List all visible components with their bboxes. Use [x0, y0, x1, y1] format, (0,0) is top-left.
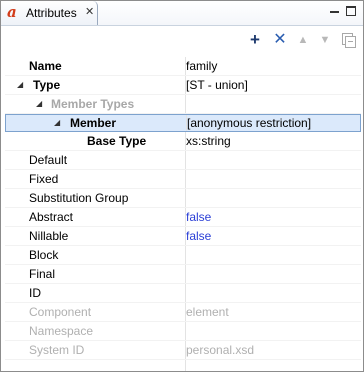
- table-row[interactable]: ID: [5, 284, 361, 303]
- row-value[interactable]: [186, 170, 356, 188]
- table-row: System ID personal.xsd: [5, 341, 361, 360]
- row-name: ID: [29, 286, 41, 300]
- add-icon[interactable]: +: [247, 31, 263, 48]
- row-value[interactable]: [anonymous restriction]: [187, 115, 357, 131]
- row-value[interactable]: family: [186, 57, 356, 75]
- table-row[interactable]: Substitution Group: [5, 189, 361, 208]
- row-name: Nillable: [29, 229, 69, 243]
- attributes-view: a Attributes ✕ + ✕ ▲ ▼ Name family ◢ Typ…: [0, 0, 364, 372]
- row-value[interactable]: [186, 95, 356, 113]
- table-row: Component element: [5, 303, 361, 322]
- row-value[interactable]: false: [186, 227, 356, 245]
- table-row[interactable]: Block: [5, 246, 361, 265]
- app-icon: a: [7, 3, 17, 21]
- row-name: Type: [33, 78, 61, 92]
- collapse-all-icon[interactable]: [340, 32, 356, 48]
- row-value: [186, 322, 356, 340]
- table-row[interactable]: Default: [5, 151, 361, 170]
- remove-icon[interactable]: ✕: [272, 32, 288, 48]
- table-row[interactable]: Final: [5, 265, 361, 284]
- row-name: Abstract: [29, 210, 74, 224]
- move-up-icon[interactable]: ▲: [295, 32, 311, 48]
- properties-table: Name family ◢ Type [ST - union] ◢ Member…: [5, 57, 361, 371]
- row-name: Name: [29, 59, 62, 73]
- table-row: [5, 360, 361, 371]
- row-value: [186, 360, 356, 371]
- row-value[interactable]: false: [186, 208, 356, 226]
- minimize-icon[interactable]: [330, 5, 340, 15]
- close-icon[interactable]: ✕: [85, 5, 94, 18]
- row-name: System ID: [29, 343, 85, 357]
- table-row[interactable]: Name family: [5, 57, 361, 76]
- row-name: [5, 360, 181, 371]
- row-value: element: [186, 305, 229, 319]
- table-row[interactable]: ◢ Type [ST - union]: [5, 76, 361, 95]
- table-row[interactable]: Base Type xs:string: [5, 132, 361, 151]
- table-row[interactable]: Fixed: [5, 170, 361, 189]
- row-value[interactable]: xs:string: [186, 132, 356, 150]
- table-row[interactable]: ◢ Member Types: [5, 95, 361, 114]
- row-value[interactable]: [186, 151, 356, 169]
- toolbar: + ✕ ▲ ▼: [1, 25, 363, 56]
- row-value[interactable]: [186, 189, 356, 207]
- tab-attributes[interactable]: a Attributes ✕: [1, 1, 98, 25]
- row-value: personal.xsd: [186, 343, 255, 357]
- table-row-selected[interactable]: ◢ Member [anonymous restriction]: [5, 114, 361, 132]
- row-name: Final: [29, 267, 56, 281]
- tab-bar: a Attributes ✕: [1, 1, 363, 25]
- row-value[interactable]: [186, 246, 356, 264]
- row-value[interactable]: [186, 284, 356, 302]
- tab-title: Attributes: [26, 6, 77, 20]
- move-down-icon[interactable]: ▼: [317, 32, 333, 48]
- table-row: Namespace: [5, 322, 361, 341]
- row-name: Substitution Group: [29, 191, 129, 205]
- row-value[interactable]: [ST - union]: [186, 76, 356, 94]
- row-value[interactable]: [186, 265, 356, 283]
- maximize-icon[interactable]: [346, 6, 356, 16]
- row-name: Block: [29, 248, 59, 262]
- row-name: Fixed: [29, 172, 59, 186]
- row-name: Namespace: [29, 324, 94, 338]
- table-row[interactable]: Nillable false: [5, 227, 361, 246]
- row-name: Component: [29, 305, 92, 319]
- table-row[interactable]: Abstract false: [5, 208, 361, 227]
- row-name: Default: [29, 153, 68, 167]
